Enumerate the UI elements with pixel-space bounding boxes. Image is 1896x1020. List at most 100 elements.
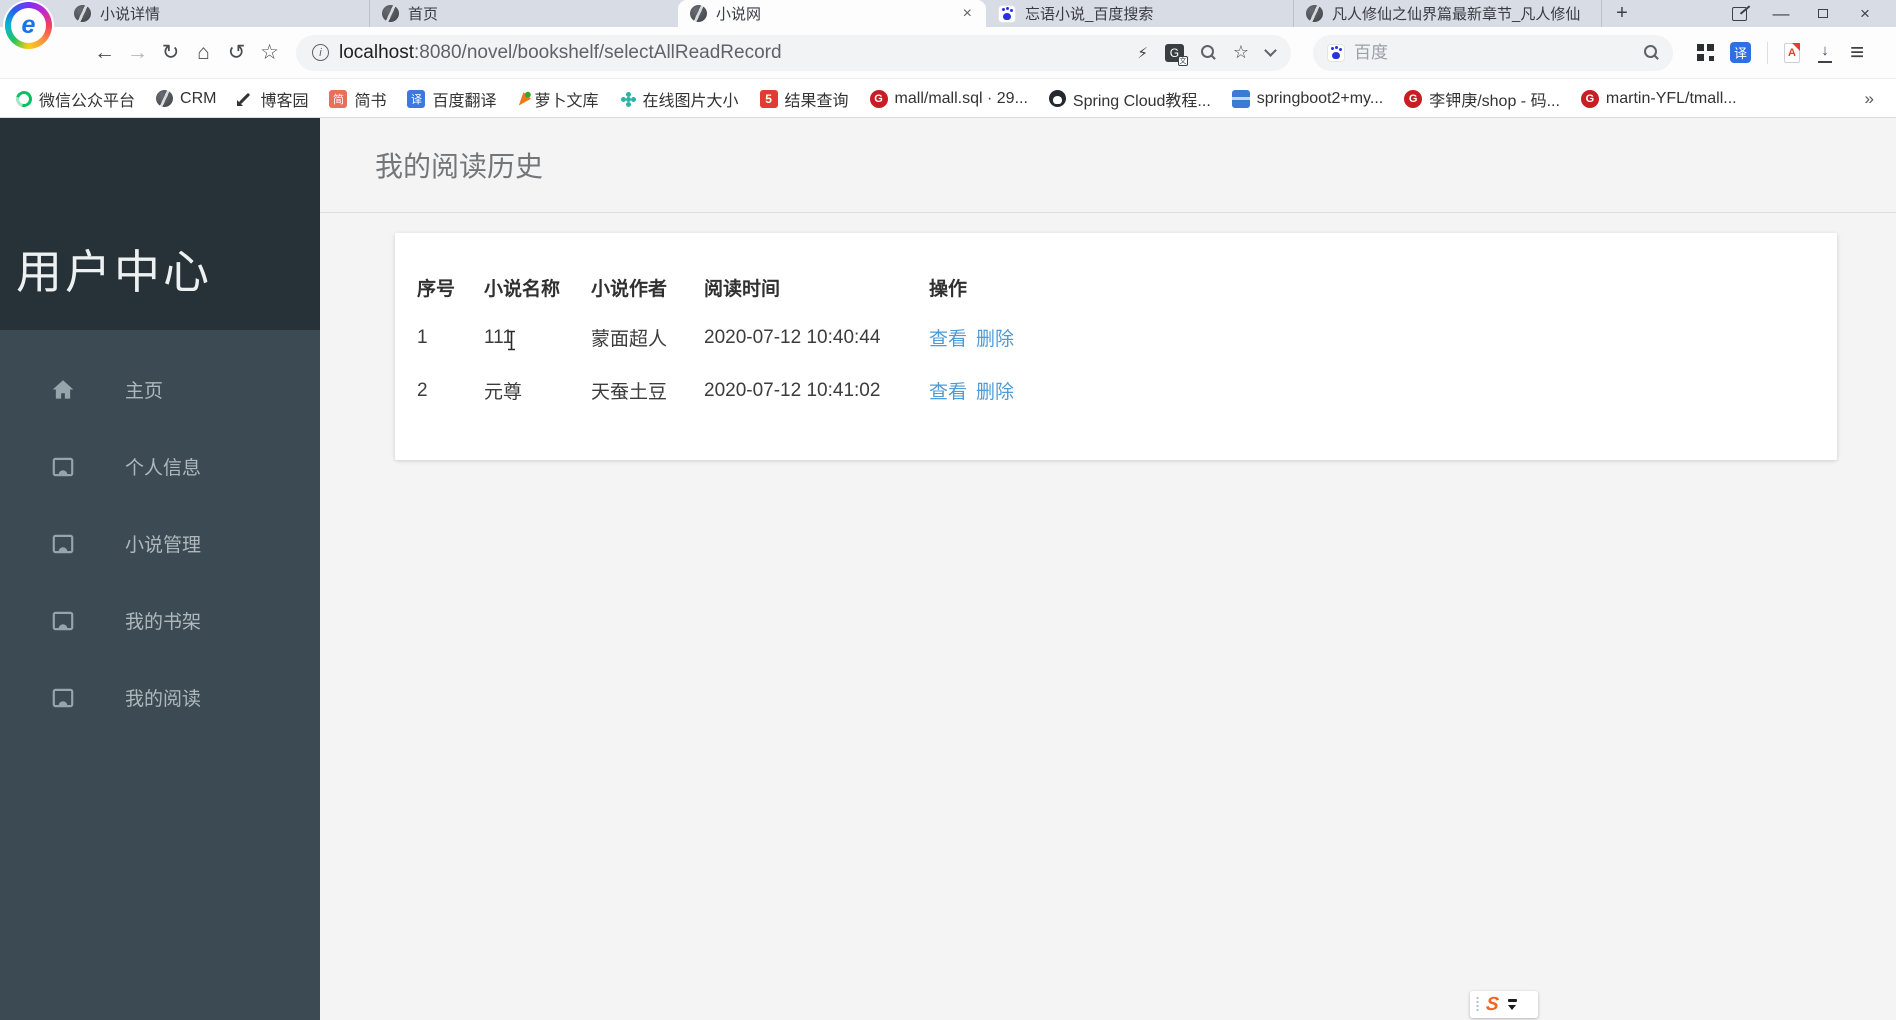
sidebar-item-home[interactable]: 主页	[0, 351, 320, 428]
url-host: localhost	[339, 41, 414, 63]
globe-icon	[156, 90, 174, 107]
search-box[interactable]	[1313, 34, 1673, 71]
tab-title: 忘语小说_百度搜索	[1025, 6, 1154, 23]
bookmark-jianshu[interactable]: 简简书	[329, 87, 386, 111]
lightning-icon[interactable]: ⚡	[1137, 44, 1148, 62]
undo-button[interactable]: ↺	[220, 40, 253, 65]
site-info-icon[interactable]: i	[312, 44, 329, 61]
bookmark-label: 李钾庚/shop - 码...	[1429, 92, 1560, 110]
translate-badge-icon[interactable]: 译	[1730, 42, 1751, 63]
cell-author: 天蚕土豆	[591, 382, 668, 403]
globe-favicon	[1306, 5, 1323, 22]
bookmark-label: CRM	[180, 89, 217, 107]
text-cursor-pointer	[508, 330, 515, 351]
back-button[interactable]: ←	[88, 41, 121, 65]
delete-link[interactable]: 删除	[976, 382, 1014, 403]
bookmark-label: 在线图片大小	[642, 92, 739, 110]
download-icon[interactable]: ↓	[1816, 42, 1834, 63]
tab-title: 凡人修仙之仙界篇最新章节_凡人修仙	[1332, 6, 1581, 23]
divider	[1767, 41, 1768, 64]
bookmark-cnblogs[interactable]: 博客园	[237, 87, 308, 111]
delete-link[interactable]: 删除	[976, 329, 1014, 350]
table-row: 2 元尊 天蚕土豆 2020-07-12 10:41:02 查看 删除	[417, 364, 1149, 417]
bookmark-image-resize[interactable]: 在线图片大小	[620, 87, 739, 111]
panel-icon	[52, 688, 74, 707]
bookmark-result-query[interactable]: 5 结果查询	[759, 87, 849, 111]
tab-baidu-search[interactable]: 忘语小说_百度搜索	[986, 0, 1294, 27]
home-button[interactable]: ⌂	[187, 41, 220, 65]
url-path: :8080/novel/bookshelf/selectAllReadRecor…	[414, 41, 782, 63]
panel-icon	[52, 534, 74, 553]
bookmark-baidu-translate[interactable]: 译百度翻译	[407, 87, 497, 111]
restore-icon	[1818, 5, 1834, 18]
bookmark-shop-gitee[interactable]: G 李钾庚/shop - 码...	[1404, 87, 1560, 111]
bookmark-label: 百度翻译	[432, 92, 497, 110]
minimize-button[interactable]: —	[1760, 0, 1802, 27]
cell-author: 蒙面超人	[591, 329, 668, 350]
cell-novel-name: 111	[484, 326, 513, 348]
search-icon[interactable]	[1644, 45, 1659, 60]
translate-page-icon[interactable]: G文	[1164, 43, 1188, 66]
sidebar-menu: 主页 个人信息 小说管理 我的书架 我的阅读	[0, 330, 320, 736]
restore-button[interactable]	[1802, 0, 1844, 27]
table-header-row: 序号 小说名称 小说作者 阅读时间 操作	[417, 263, 1149, 311]
menu-icon[interactable]: ≡	[1850, 39, 1864, 67]
note-button[interactable]	[1718, 0, 1760, 27]
bookmark-label: mall/mall.sql · 29...	[894, 89, 1028, 107]
sidebar-item-bookshelf[interactable]: 我的书架	[0, 582, 320, 659]
keyboard-menu-icon[interactable]	[1507, 999, 1517, 1010]
sidebar: 用户中心 主页 个人信息 小说管理 我的书架 我的阅读	[0, 118, 320, 1020]
translate-sub-letter: 文	[1177, 55, 1188, 66]
pdf-icon[interactable]: A	[1784, 42, 1800, 63]
tab-novel-site-active[interactable]: 小说网 ×	[678, 0, 986, 27]
bookmark-label: 萝卜文库	[534, 92, 599, 110]
panel-icon	[52, 457, 74, 476]
view-link[interactable]: 查看	[929, 329, 967, 350]
bookmark-wechat[interactable]: 微信公众平台	[13, 87, 136, 111]
sidebar-item-label: 主页	[125, 381, 164, 402]
tab-novel-detail[interactable]: 小说详情	[62, 0, 370, 27]
bookmark-spring-cloud[interactable]: Spring Cloud教程...	[1048, 87, 1211, 111]
bookmarks-bar: 微信公众平台 CRM 博客园 简简书 译百度翻译 萝卜文库 在线图片大小 5 结果…	[0, 80, 1896, 118]
address-bar[interactable]: i localhost:8080/novel/bookshelf/selectA…	[296, 34, 1291, 71]
qr-code-icon[interactable]	[1697, 44, 1714, 61]
forward-button[interactable]: →	[121, 41, 154, 65]
browser-logo[interactable]: e	[5, 2, 52, 49]
window-controls: — ×	[1718, 0, 1896, 27]
bookmark-tmall-gitee[interactable]: Gmartin-YFL/tmall...	[1580, 89, 1737, 108]
bookmark-crm[interactable]: CRM	[156, 90, 216, 108]
cell-read-time: 2020-07-12 10:40:44	[704, 326, 881, 348]
sogou-input-widget[interactable]: S	[1470, 991, 1538, 1018]
zoom-icon[interactable]	[1200, 45, 1216, 60]
page-header: 我的阅读历史	[320, 118, 1896, 213]
url-text[interactable]: localhost:8080/novel/bookshelf/selectAll…	[339, 42, 1127, 64]
globe-favicon	[382, 5, 399, 22]
bookmark-mall-sql[interactable]: Gmall/mall.sql · 29...	[869, 89, 1028, 108]
cell-actions: 查看 删除	[929, 364, 1149, 417]
tab-title: 小说详情	[100, 6, 161, 23]
favorites-button[interactable]: ☆	[253, 40, 286, 65]
close-button[interactable]: ×	[1844, 0, 1886, 27]
reload-button[interactable]: ↻	[154, 40, 187, 65]
tab-title: 首页	[408, 6, 439, 23]
chevron-down-icon[interactable]	[1264, 43, 1277, 57]
sidebar-item-my-reading[interactable]: 我的阅读	[0, 659, 320, 736]
new-tab-button[interactable]: +	[1602, 0, 1642, 27]
drag-handle-icon[interactable]	[1476, 996, 1479, 1013]
bookmark-star-icon[interactable]: ☆	[1233, 42, 1249, 63]
tab-fanren-xiuxian[interactable]: 凡人修仙之仙界篇最新章节_凡人修仙	[1294, 0, 1602, 27]
bookmark-springboot[interactable]: springboot2+my...	[1231, 89, 1383, 108]
bookmark-label: 微信公众平台	[39, 92, 136, 110]
bookmarks-overflow-icon[interactable]: »	[1865, 89, 1880, 109]
home-icon	[52, 379, 74, 399]
tab-home-page[interactable]: 首页	[370, 0, 678, 27]
tab-close-icon[interactable]: ×	[961, 5, 974, 23]
sidebar-item-label: 个人信息	[125, 458, 202, 479]
browser-toolbar: ← → ↻ ⌂ ↺ ☆ i localhost:8080/novel/books…	[0, 27, 1896, 79]
cell-novel-name: 元尊	[484, 382, 523, 403]
bookmark-luobo-wenku[interactable]: 萝卜文库	[514, 87, 599, 111]
sidebar-item-novel-manage[interactable]: 小说管理	[0, 505, 320, 582]
search-input[interactable]	[1354, 42, 1635, 63]
view-link[interactable]: 查看	[929, 382, 967, 403]
sidebar-item-profile[interactable]: 个人信息	[0, 428, 320, 505]
